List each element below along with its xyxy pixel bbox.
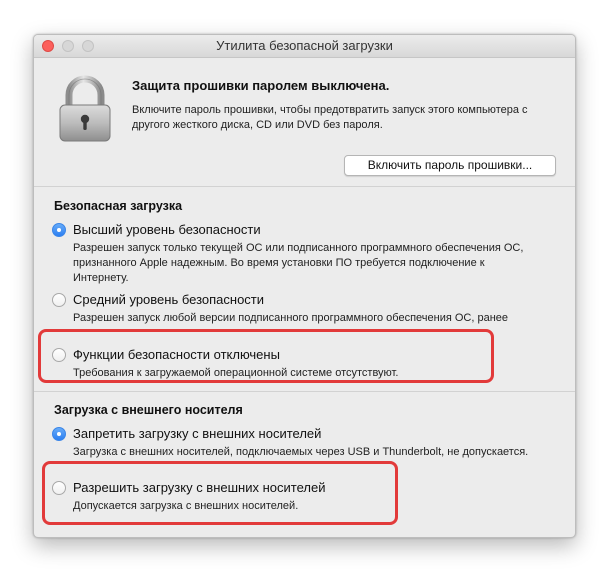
- window-title: Утилита безопасной загрузки: [216, 38, 393, 53]
- divider: [34, 186, 575, 187]
- option-label[interactable]: Средний уровень безопасности: [73, 292, 264, 307]
- radio-full-security[interactable]: [52, 223, 66, 237]
- lock-icon: [59, 75, 111, 142]
- radio-disallow-external-boot[interactable]: [52, 427, 66, 441]
- option-label[interactable]: Запретить загрузку с внешних носителей: [73, 426, 321, 441]
- option-description: Загрузка с внешних носителей, подключаем…: [73, 446, 529, 458]
- divider: [34, 391, 575, 392]
- title-bar: Утилита безопасной загрузки: [34, 35, 575, 58]
- option-label[interactable]: Высший уровень безопасности: [73, 222, 261, 237]
- firmware-description: Включите пароль прошивки, чтобы предотвр…: [132, 104, 528, 131]
- option-description: Разрешен запуск только текущей ОС или по…: [73, 242, 524, 284]
- secure-boot-section-title: Безопасная загрузка: [54, 199, 183, 213]
- external-boot-section-title: Загрузка с внешнего носителя: [54, 403, 243, 417]
- enable-firmware-password-button[interactable]: Включить пароль прошивки...: [344, 155, 556, 176]
- radio-medium-security[interactable]: [52, 293, 66, 307]
- highlight-frame: [38, 329, 494, 383]
- highlight-frame: [42, 461, 398, 525]
- option-description: Разрешен запуск любой версии подписанног…: [73, 312, 509, 324]
- firmware-status-heading: Защита прошивки паролем выключена.: [132, 78, 390, 93]
